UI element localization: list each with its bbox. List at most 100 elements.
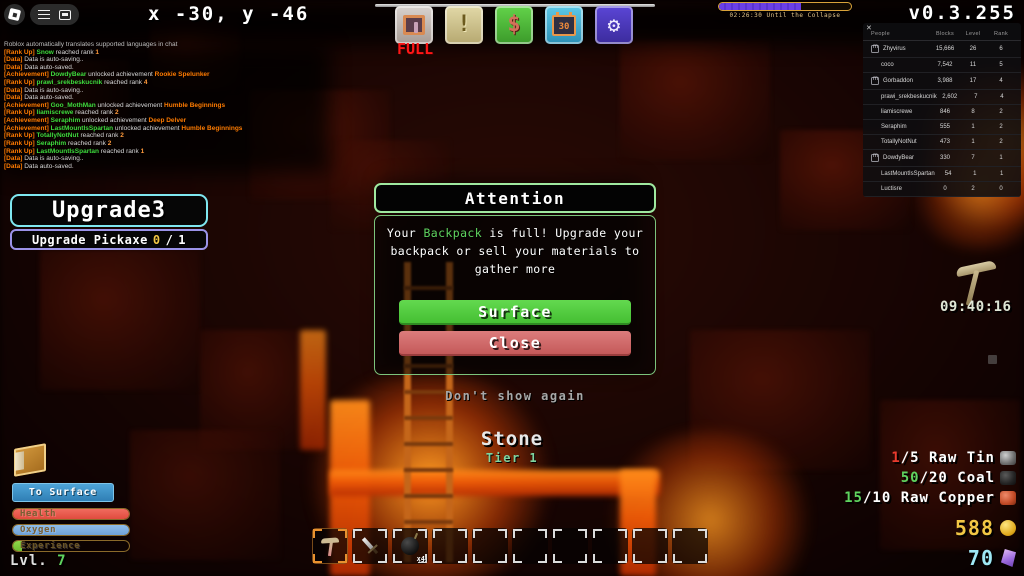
roblox-logo-icon xyxy=(7,7,22,22)
journal-book-icon[interactable] xyxy=(14,443,46,477)
backpack-icon[interactable] xyxy=(395,6,433,44)
experience-bar-label: Experience xyxy=(20,541,81,551)
player-level-label: Lvl. xyxy=(10,553,48,569)
attention-dialog: Attention Your Backpack is full! Upgrade… xyxy=(374,183,656,403)
leaderboard-rank: 2 xyxy=(999,139,1003,145)
leaderboard-rank: 1 xyxy=(999,155,1003,161)
chat-line: [Data] Data is auto-saving.. xyxy=(4,56,84,64)
leaderboard-level: 17 xyxy=(969,78,977,84)
material-amount: 1/5 Raw Tin xyxy=(891,450,995,466)
table-row[interactable]: Luctisre 0 2 0 xyxy=(863,182,1021,197)
coal-ore-icon xyxy=(1000,471,1016,485)
game-version-label: v0.3.255 xyxy=(908,2,1016,24)
chat-line: [Rank Up] Seraphim reached rank 2 xyxy=(4,139,112,147)
upgrade-max-value: 1 xyxy=(178,232,187,247)
leaderboard-player-name: prawi_srekbeskucnik xyxy=(881,94,937,100)
hotbar-slot-10[interactable] xyxy=(672,528,708,564)
hotbar-slot-5[interactable] xyxy=(472,528,508,564)
chat-log[interactable]: Roblox automatically translates supporte… xyxy=(4,41,304,170)
hotbar-slot-6[interactable] xyxy=(512,528,548,564)
surface-button[interactable]: Surface xyxy=(399,300,631,325)
chat-line: [Rank Up] LastMountIsSpartan reached ran… xyxy=(4,147,145,155)
leaderboard-panel[interactable]: ✕ People Blocks Level Rank Zhyvirus 15,66… xyxy=(863,23,1021,197)
material-counter: 15/10 Raw Copper xyxy=(844,490,1016,506)
upgrade-pickaxe-label: Upgrade Pickaxe xyxy=(31,232,148,247)
upgrade-pickaxe-row[interactable]: Upgrade Pickaxe 0 / 1 xyxy=(10,229,208,250)
exclamation-icon[interactable]: ! xyxy=(445,6,483,44)
player-level-value: 7 xyxy=(57,553,67,569)
leaderboard-blocks: 473 xyxy=(939,139,950,145)
leaderboard-rows: Zhyvirus15,666266coco7,542115Gorbaddon3,… xyxy=(863,41,1021,197)
material-amount: 50/20 Coal xyxy=(900,470,995,486)
dialog-buttons: Surface Close xyxy=(385,300,645,362)
hotbar[interactable]: x4 xyxy=(312,528,708,564)
leaderboard-player-name: liamiscrewe xyxy=(881,109,913,115)
leaderboard-blocks: 54 xyxy=(944,171,952,177)
gem-icon xyxy=(1000,549,1016,567)
calendar-icon[interactable]: 30 xyxy=(545,6,583,44)
hotbar-slot-7[interactable] xyxy=(552,528,588,564)
leaderboard-rank: 0 xyxy=(999,186,1003,192)
leaderboard-rank: 1 xyxy=(999,171,1004,177)
chat-line: [Rank Up] TotallyNotNut reached rank 2 xyxy=(4,132,124,140)
resource-counters: 1/5 Raw Tin 50/20 Coal 15/10 Raw Copper 58… xyxy=(844,450,1016,570)
dont-show-again-button[interactable]: Don't show again xyxy=(374,389,656,403)
table-row[interactable]: DowdyBear 330 7 1 xyxy=(863,150,1021,167)
dialog-body: Your Backpack is full! Upgrade your back… xyxy=(374,215,656,375)
chat-line: [Rank Up] liamiscrewe reached rank 2 xyxy=(4,109,119,117)
leaderboard-blocks: 0 xyxy=(943,186,947,192)
table-row[interactable]: Zhyvirus 15,666 26 6 xyxy=(863,41,1021,58)
material-counter: 1/5 Raw Tin xyxy=(844,450,1016,466)
leaderboard-player-name: Gorbaddon xyxy=(883,78,914,84)
chat-line: [Data] Data auto-saved. xyxy=(4,162,74,170)
hotbar-slot-2[interactable] xyxy=(352,528,388,564)
leaderboard-rank: 4 xyxy=(1000,94,1004,100)
pickaxe-icon xyxy=(319,535,341,557)
chat-line: [Data] Data auto-saved. xyxy=(4,63,74,71)
hotbar-slot-8[interactable] xyxy=(592,528,628,564)
coin-icon xyxy=(1000,520,1016,536)
dialog-message-pre: Your xyxy=(386,226,424,240)
table-row[interactable]: LastMountIsSpartan 54 1 1 xyxy=(863,167,1021,182)
oxygen-bar-label: Oxygen xyxy=(20,525,57,535)
chat-line: [Achievement] DowdyBear unlocked achieve… xyxy=(4,71,210,79)
roblox-logo-button[interactable] xyxy=(4,4,25,25)
experience-bar: Experience xyxy=(12,540,130,552)
leaderboard-level: 7 xyxy=(974,94,978,100)
table-row[interactable]: Gorbaddon 3,988 17 4 xyxy=(863,73,1021,90)
leaderboard-level: 26 xyxy=(969,46,977,52)
item-quantity: x4 xyxy=(416,555,425,563)
oxygen-bar: Oxygen xyxy=(12,524,130,536)
to-surface-button[interactable]: To Surface xyxy=(12,483,114,502)
premium-badge-icon xyxy=(871,153,879,162)
leaderboard-rank: 5 xyxy=(999,62,1003,68)
close-button[interactable]: Close xyxy=(399,331,631,356)
table-row[interactable]: coco 7,542 11 5 xyxy=(863,58,1021,73)
leaderboard-blocks: 2,602 xyxy=(942,94,958,100)
leaderboard-blocks: 846 xyxy=(939,109,950,115)
gear-icon[interactable]: ⚙ xyxy=(595,6,633,44)
chat-icon[interactable] xyxy=(59,9,71,20)
table-row[interactable]: Seraphim 555 1 2 xyxy=(863,120,1021,135)
premium-badge-icon xyxy=(871,44,879,53)
close-icon[interactable]: ✕ xyxy=(866,24,872,32)
leaderboard-blocks: 330 xyxy=(939,155,950,161)
shop-dollar-icon[interactable]: $ xyxy=(495,6,533,44)
hamburger-menu-icon[interactable] xyxy=(38,10,50,19)
material-counter: 50/20 Coal xyxy=(844,470,1016,486)
hotbar-slot-4[interactable] xyxy=(432,528,468,564)
hotbar-slot-9[interactable] xyxy=(632,528,668,564)
upgrade-panel[interactable]: Upgrade3 Upgrade Pickaxe 0 / 1 xyxy=(10,194,208,250)
table-row[interactable]: TotallyNotNut 473 1 2 xyxy=(863,135,1021,150)
leaderboard-rank: 4 xyxy=(999,78,1003,84)
leaderboard-level: 7 xyxy=(971,155,975,161)
leaderboard-level: 1 xyxy=(971,124,975,130)
gem-amount: 70 xyxy=(967,546,994,570)
roblox-menu-group[interactable] xyxy=(30,4,79,25)
table-row[interactable]: liamiscrewe 846 8 2 xyxy=(863,105,1021,120)
copper-ore-icon xyxy=(1000,491,1016,505)
hotbar-slot-3[interactable]: x4 xyxy=(392,528,428,564)
hotbar-slot-1[interactable] xyxy=(312,528,348,564)
chat-line: [Achievement] Goo_MothMan unlocked achie… xyxy=(4,101,226,109)
table-row[interactable]: prawi_srekbeskucnik 2,602 7 4 xyxy=(863,90,1021,105)
